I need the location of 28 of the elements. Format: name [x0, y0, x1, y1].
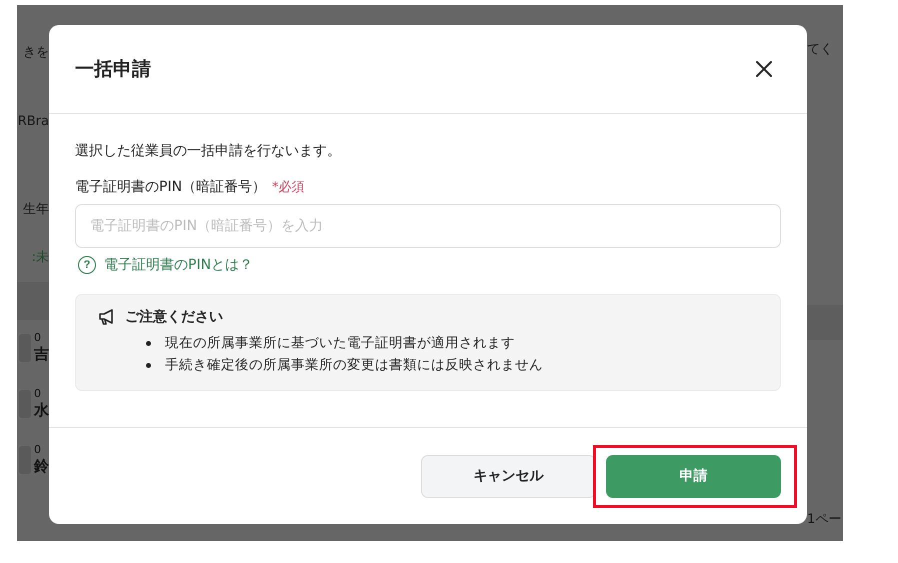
employee-code: 0	[34, 387, 42, 402]
page-text: てく	[807, 41, 833, 58]
help-link[interactable]: 電子証明書のPINとは？	[104, 256, 254, 274]
page-text: RBra	[18, 114, 49, 128]
employee-name: 水	[34, 401, 49, 421]
dialog-description: 選択した従業員の一括申請を行ないます。	[75, 142, 342, 160]
help-icon: ?	[78, 256, 96, 274]
employee-code: 0	[34, 443, 42, 458]
notice-item: 現在の所属事業所に基づいた電子証明書が適用されます	[165, 334, 515, 353]
employee-name: 吉	[34, 345, 49, 365]
cancel-button[interactable]: キャンセル	[421, 454, 596, 498]
close-icon[interactable]	[753, 58, 775, 80]
page-link-text: :未	[32, 248, 49, 266]
field-label: 電子証明書のPIN（暗証番号）	[75, 178, 266, 196]
bullet-icon	[146, 362, 151, 368]
page-text: 生年	[23, 201, 49, 218]
notice-title: ご注意ください	[125, 308, 223, 326]
submit-button[interactable]: 申請	[606, 454, 781, 498]
employee-code: 0	[34, 331, 42, 346]
megaphone-icon	[98, 308, 116, 326]
bullet-icon	[146, 340, 151, 346]
pager-text: 1ペー	[807, 511, 842, 528]
employee-name: 鈴	[34, 457, 49, 477]
pin-input-field[interactable]: 電子証明書のPIN（暗証番号）を入力	[75, 204, 781, 248]
required-mark: *必須	[272, 179, 305, 196]
dialog-title: 一括申請	[75, 57, 151, 82]
page-text: きを	[23, 44, 49, 61]
notice-item: 手続き確定後の所属事業所の変更は書類には反映されません	[165, 356, 543, 375]
